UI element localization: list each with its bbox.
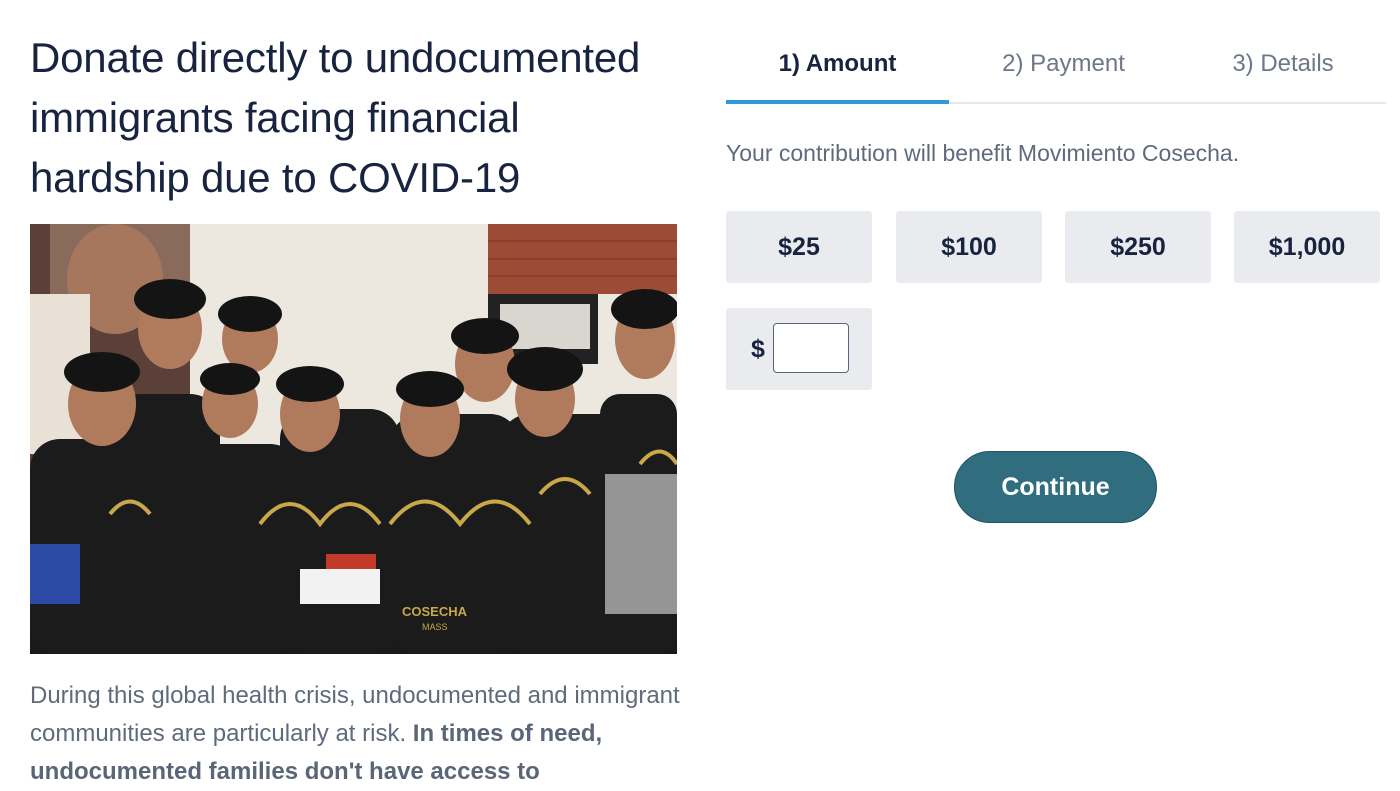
donation-form: 1) Amount 2) Payment 3) Details Your con… (726, 0, 1386, 791)
continue-button[interactable]: Continue (954, 451, 1157, 523)
campaign-intro: During this global health crisis, undocu… (30, 677, 680, 791)
family-group-photo: COSECHA MASS (30, 224, 677, 654)
currency-symbol: $ (751, 335, 765, 363)
tab-amount[interactable]: 1) Amount (726, 50, 949, 100)
campaign-photo: COSECHA MASS (30, 224, 677, 654)
campaign-title: Donate directly to undocumented immigran… (30, 34, 641, 201)
active-tab-indicator (726, 100, 949, 104)
shirt-brand-text: COSECHA (402, 604, 468, 619)
step-tabs: 1) Amount 2) Payment 3) Details (726, 40, 1386, 104)
shirt-sub-text: MASS (422, 622, 448, 632)
tab-payment[interactable]: 2) Payment (956, 50, 1171, 100)
donation-page: Donate directly to undocumented immigran… (0, 0, 1400, 791)
amount-button-250[interactable]: $250 (1065, 211, 1211, 283)
amount-button-1000[interactable]: $1,000 (1234, 211, 1380, 283)
custom-amount-input[interactable] (773, 323, 849, 373)
amount-button-25[interactable]: $25 (726, 211, 872, 283)
custom-amount-box: $ (726, 308, 872, 390)
amount-button-100[interactable]: $100 (896, 211, 1042, 283)
tab-details[interactable]: 3) Details (1178, 50, 1388, 100)
benefit-text: Your contribution will benefit Movimient… (726, 140, 1240, 166)
